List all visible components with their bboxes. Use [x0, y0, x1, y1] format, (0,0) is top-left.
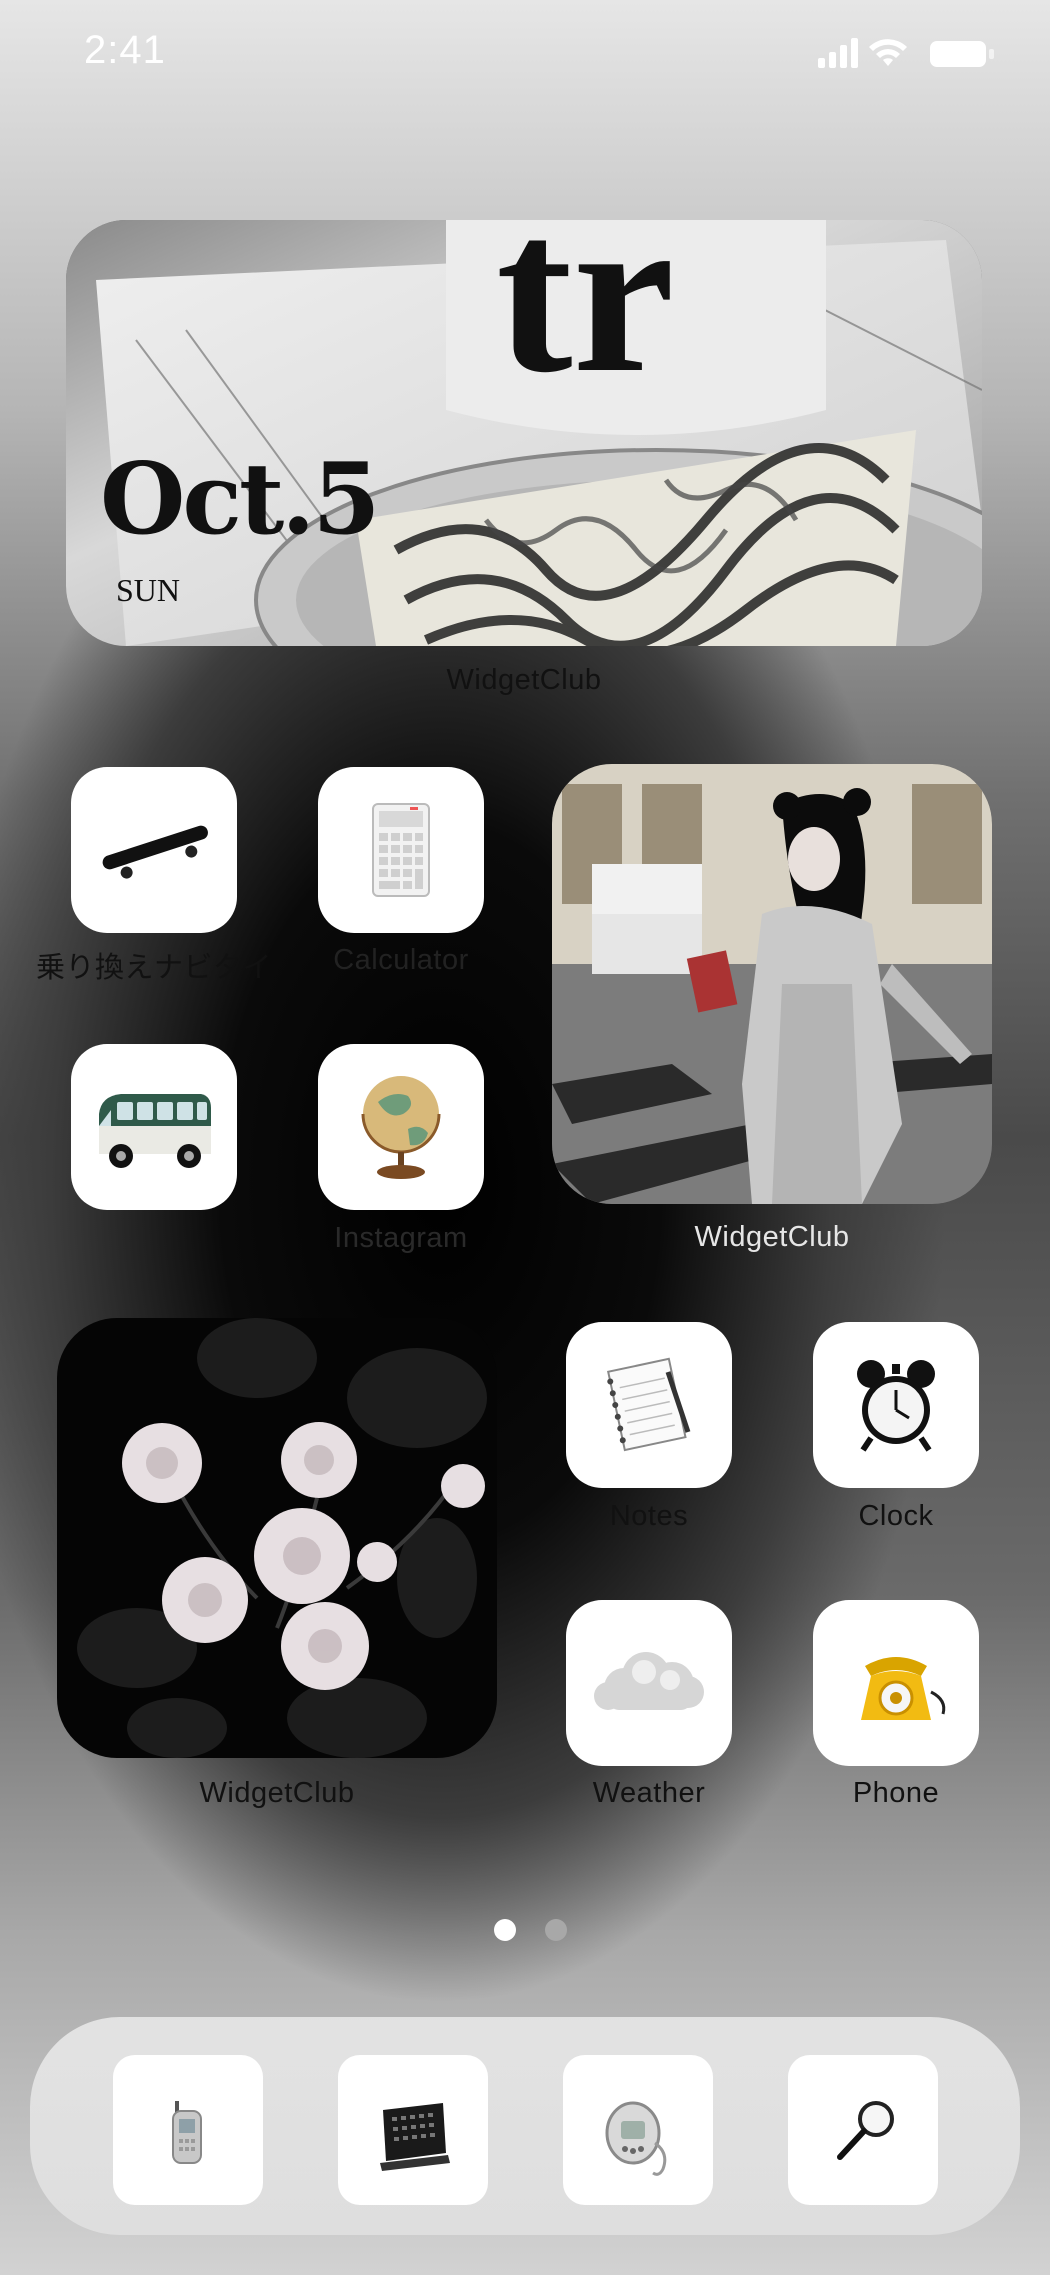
girl-photo	[552, 764, 992, 1204]
dock-app-tamagotchi[interactable]	[563, 2055, 713, 2205]
roses-photo	[57, 1318, 497, 1758]
calculator-icon	[372, 803, 430, 897]
app-label: Instagram	[334, 1222, 468, 1254]
date-text: Oct.5	[100, 442, 381, 557]
desk-calendar-icon	[380, 2103, 450, 2171]
app-label: Weather	[592, 1777, 706, 1809]
app-clock[interactable]	[813, 1322, 979, 1488]
wifi-icon	[869, 39, 907, 66]
app-instagram[interactable]	[318, 1044, 484, 1210]
alarm-clock-icon	[857, 1360, 935, 1452]
dock-app-flip-phone[interactable]	[113, 2055, 263, 2205]
cloud-icon	[594, 1652, 704, 1710]
tray-cake-photo: tr	[66, 220, 982, 646]
app-label: Phone	[852, 1777, 940, 1809]
app-transit-navi[interactable]	[71, 767, 237, 933]
van-icon	[99, 1094, 211, 1168]
app-phone[interactable]	[813, 1600, 979, 1766]
app-label: Clock	[858, 1500, 934, 1532]
page-dot-active[interactable]	[494, 1919, 516, 1941]
app-calculator[interactable]	[318, 767, 484, 933]
app-notes[interactable]	[566, 1322, 732, 1488]
globe-icon	[361, 1076, 441, 1179]
widget-label: WidgetClub	[694, 1221, 850, 1253]
tamagotchi-icon	[605, 2101, 667, 2176]
flip-phone-icon	[172, 2101, 202, 2164]
page-dot[interactable]	[545, 1919, 567, 1941]
status-icons	[818, 38, 994, 68]
skateboard-icon	[102, 825, 208, 879]
app-weather[interactable]	[566, 1600, 732, 1766]
widget-label: WidgetClub	[446, 664, 602, 696]
magnifier-icon	[837, 2101, 894, 2160]
date-photo-widget[interactable]: tr Oct.5 SUN	[66, 220, 982, 646]
cellular-signal-icon	[818, 38, 858, 68]
notebook-icon	[607, 1357, 691, 1452]
cup-text: tr	[496, 220, 675, 420]
weekday-text: SUN	[116, 572, 181, 608]
battery-icon	[930, 41, 994, 67]
app-label: Calculator	[333, 944, 469, 976]
roses-photo-widget[interactable]	[57, 1318, 497, 1758]
widget-label: WidgetClub	[199, 1777, 355, 1809]
rotary-phone-icon	[861, 1657, 946, 1720]
app-label: 乗り換えナビタイ	[35, 952, 272, 984]
app-van[interactable]	[71, 1044, 237, 1210]
girl-photo-widget[interactable]	[552, 764, 992, 1204]
status-time: 2:41	[84, 28, 166, 72]
app-label: Notes	[609, 1500, 689, 1532]
dock-app-search[interactable]	[788, 2055, 938, 2205]
dock-app-desk-calendar[interactable]	[338, 2055, 488, 2205]
